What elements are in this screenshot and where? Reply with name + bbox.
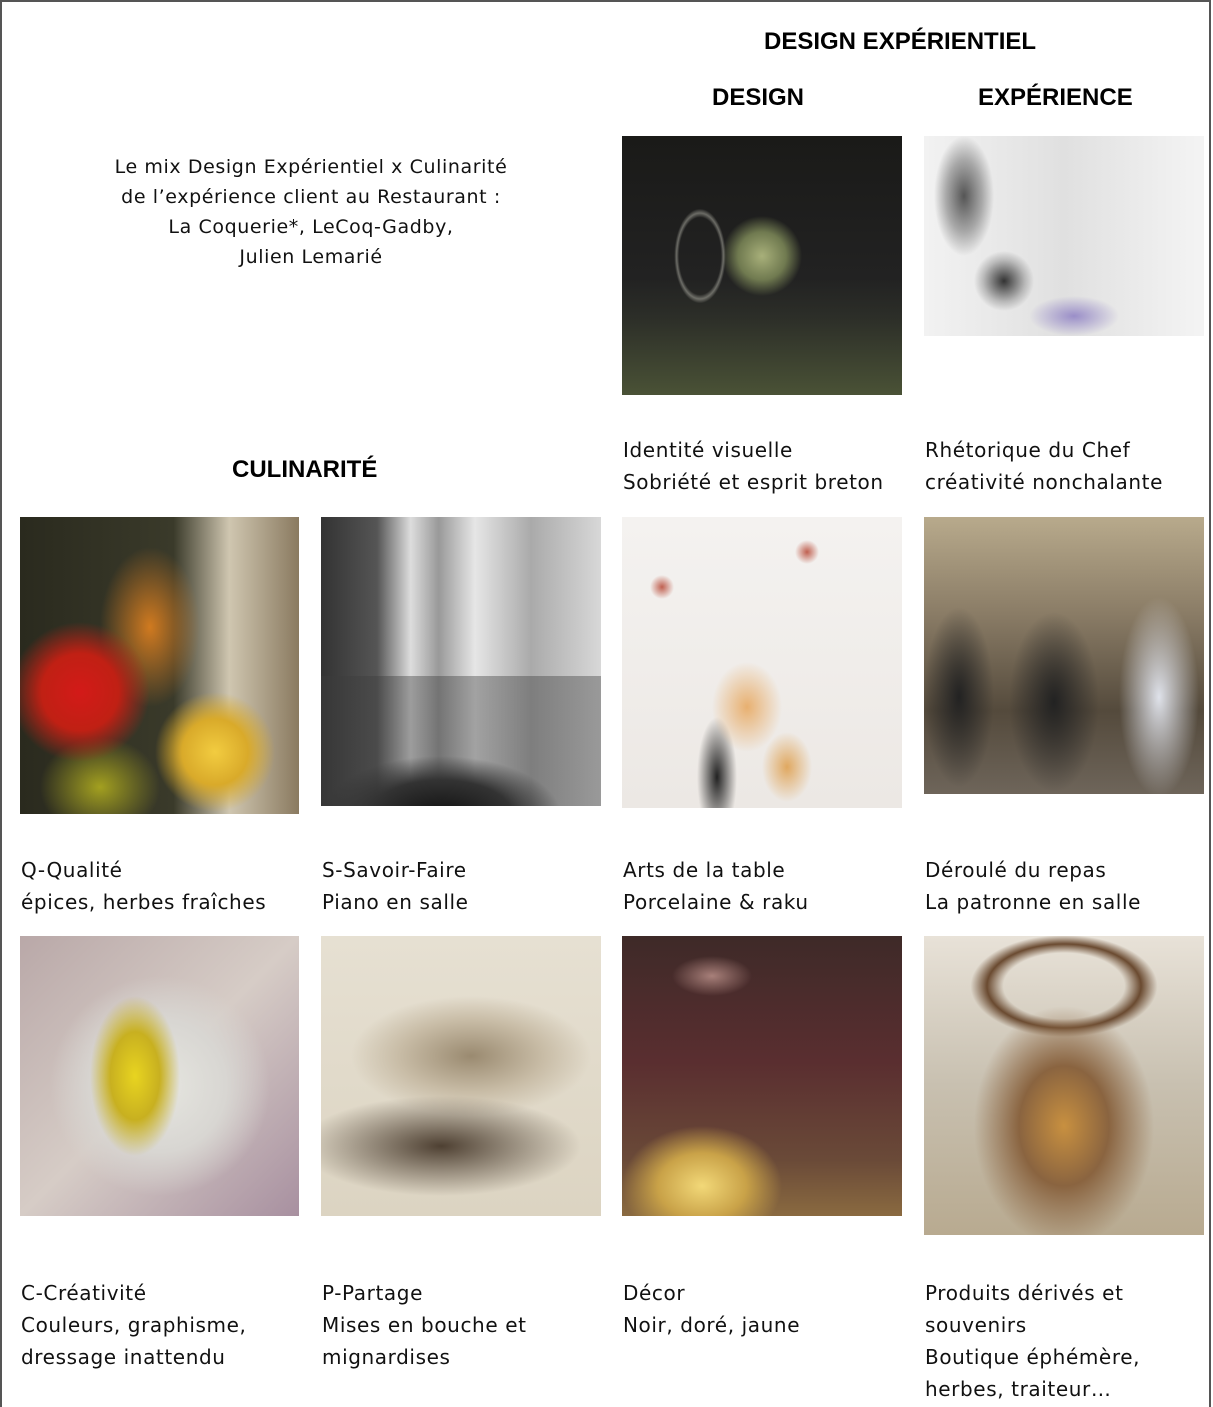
caption-title: Décor — [623, 1281, 686, 1305]
caption-detail: herbes, traiteur… — [925, 1377, 1112, 1401]
caption-title: Rhétorique du Chef — [925, 438, 1131, 462]
caption-detail: Sobriété et esprit breton — [623, 470, 884, 494]
caption-detail: Couleurs, graphisme, — [21, 1313, 247, 1337]
photo-arts-de-la-table — [622, 517, 902, 808]
caption-produits: Produits dérivés et souvenirs Boutique é… — [925, 1277, 1140, 1405]
photo-experience — [924, 136, 1204, 336]
caption-title: Identité visuelle — [623, 438, 793, 462]
caption-partage: P-Partage Mises en bouche et mignardises — [322, 1277, 527, 1373]
caption-detail: Mises en bouche et — [322, 1313, 527, 1337]
photo-savoir-faire — [321, 517, 601, 806]
caption-title: S-Savoir-Faire — [322, 858, 467, 882]
photo-partage — [321, 936, 601, 1216]
caption-detail: Porcelaine & raku — [623, 890, 809, 914]
caption-title: Arts de la table — [623, 858, 786, 882]
heading-culinarite: CULINARITÉ — [232, 456, 378, 483]
caption-title: P-Partage — [322, 1281, 423, 1305]
intro-line: La Coquerie*, LeCoq-Gadby, — [168, 216, 454, 238]
photo-qualite — [20, 517, 299, 814]
caption-detail: Piano en salle — [322, 890, 469, 914]
intro-line: Julien Lemarié — [239, 246, 383, 268]
caption-detail: Noir, doré, jaune — [623, 1313, 801, 1337]
caption-qualite: Q-Qualité épices, herbes fraîches — [21, 854, 266, 918]
caption-title: Q-Qualité — [21, 858, 123, 882]
caption-detail: Boutique éphémère, — [925, 1345, 1141, 1369]
caption-identite: Identité visuelle Sobriété et esprit bre… — [623, 434, 884, 498]
caption-title: Déroulé du repas — [925, 858, 1107, 882]
caption-deroule: Déroulé du repas La patronne en salle — [925, 854, 1141, 918]
caption-rhetorique: Rhétorique du Chef créativité nonchalant… — [925, 434, 1163, 498]
caption-savoir-faire: S-Savoir-Faire Piano en salle — [322, 854, 469, 918]
caption-title: souvenirs — [925, 1313, 1027, 1337]
caption-detail: épices, herbes fraîches — [21, 890, 267, 914]
caption-title: C-Créativité — [21, 1281, 147, 1305]
caption-detail: mignardises — [322, 1345, 451, 1369]
photo-design — [622, 136, 902, 395]
heading-design: DESIGN — [712, 84, 805, 111]
caption-detail: La patronne en salle — [925, 890, 1142, 914]
caption-detail: créativité nonchalante — [925, 470, 1163, 494]
heading-design-experientiel: DESIGN EXPÉRIENTIEL — [764, 28, 1037, 55]
photo-produits-derives — [924, 936, 1204, 1235]
caption-detail: dressage inattendu — [21, 1345, 226, 1369]
heading-experience: EXPÉRIENCE — [978, 84, 1133, 111]
intro-line: Le mix Design Expérientiel x Culinarité — [114, 156, 508, 178]
caption-title: Produits dérivés et — [925, 1281, 1124, 1305]
intro-text: Le mix Design Expérientiel x Culinarité … — [20, 152, 602, 272]
photo-deroule-du-repas — [924, 517, 1204, 794]
caption-arts-de-la-table: Arts de la table Porcelaine & raku — [623, 854, 809, 918]
photo-creativite — [20, 936, 299, 1216]
photo-decor — [622, 936, 902, 1216]
intro-line: de l’expérience client au Restaurant : — [121, 186, 501, 208]
caption-decor: Décor Noir, doré, jaune — [623, 1277, 800, 1341]
caption-creativite: C-Créativité Couleurs, graphisme, dressa… — [21, 1277, 246, 1373]
